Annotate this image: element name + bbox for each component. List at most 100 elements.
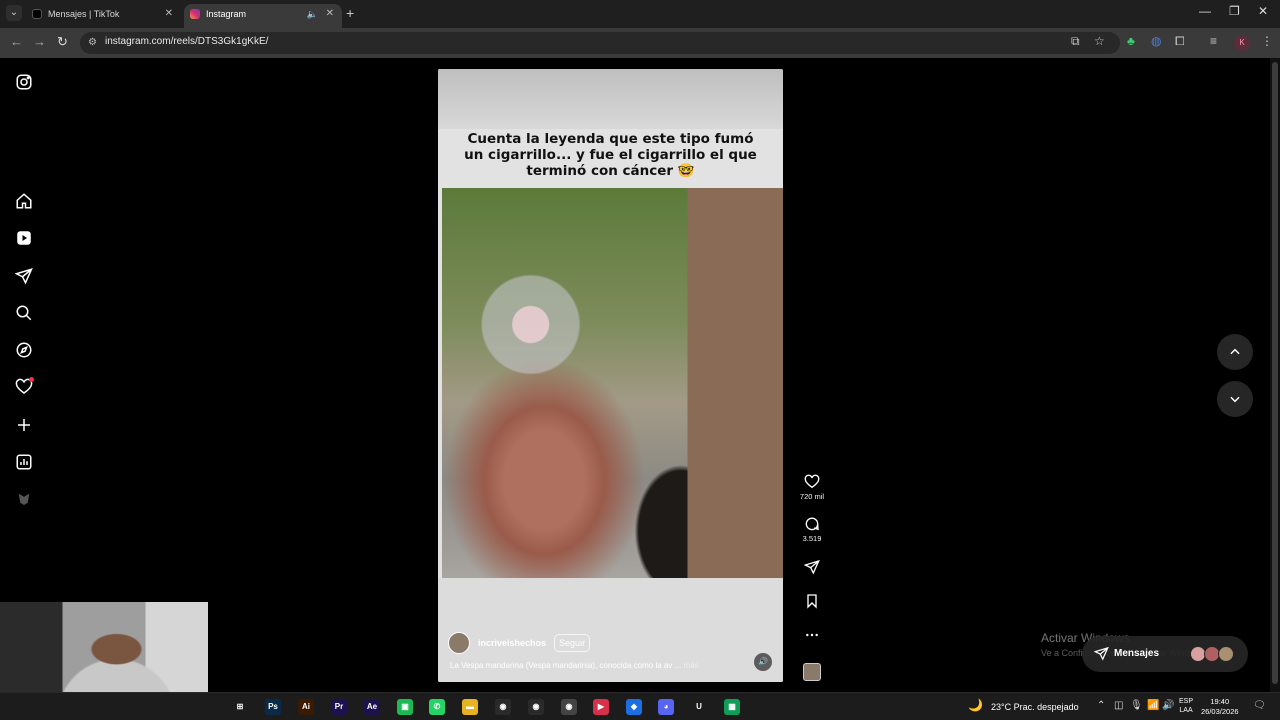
taskbar-clock[interactable]: 19:40 26/03/2026 — [1201, 697, 1239, 717]
forward-arrow-icon[interactable]: → — [33, 34, 46, 49]
reels-icon[interactable] — [14, 228, 34, 248]
tab-audio-icon[interactable]: 🔈 — [307, 4, 318, 24]
reel-caption-overlay: Cuenta la leyenda que este tipo fumó un … — [464, 131, 757, 179]
extension-blue-icon[interactable]: ◍ — [1151, 34, 1161, 48]
tiktok-favicon-icon — [32, 9, 42, 19]
messages-label: Mensajes — [1114, 648, 1160, 659]
tray-app-icon[interactable]: ◫ — [1114, 700, 1123, 711]
comment-action[interactable]: 3.519 — [802, 516, 822, 543]
follow-button[interactable]: Seguir — [554, 634, 591, 652]
audio-thumbnail[interactable] — [803, 663, 821, 681]
close-tab-icon[interactable]: ✕ — [165, 4, 173, 24]
explore-compass-icon[interactable] — [14, 340, 34, 360]
save-action[interactable] — [802, 593, 822, 609]
clock-time: 19:40 — [1210, 697, 1230, 706]
mute-toggle-icon[interactable]: 🔊 — [754, 653, 772, 671]
site-info-icon[interactable]: ⚙ — [88, 37, 97, 48]
instagram-logo-icon[interactable] — [14, 72, 34, 92]
new-tab-button[interactable]: + — [346, 5, 354, 21]
reel-author: incriveishechos Seguir — [448, 632, 591, 654]
clock-date: 26/03/2026 — [1201, 707, 1239, 716]
upwork-icon[interactable]: U — [691, 699, 707, 715]
volume-icon[interactable]: 🔊 — [1162, 700, 1174, 711]
tab-title: Instagram — [206, 9, 247, 19]
page-scrollbar[interactable] — [1270, 58, 1280, 692]
app-icon-blue[interactable]: ◆ — [626, 699, 642, 715]
microphone-icon[interactable]: 🎙 — [1130, 700, 1143, 711]
like-action[interactable]: 720 mil — [800, 474, 824, 501]
extension-green-icon[interactable]: ♣ — [1127, 34, 1135, 48]
file-explorer-icon[interactable]: ▬ — [462, 699, 478, 715]
bookmark-star-icon[interactable]: ☆ — [1094, 34, 1105, 48]
bookmark-icon — [807, 594, 817, 609]
profile-avatar[interactable]: K — [1234, 35, 1250, 51]
browser-toolbar: ← → ↻ ⚙ instagram.com/reels/DTS3Gk1gKkE/… — [0, 28, 1280, 58]
reel-video[interactable] — [442, 188, 783, 578]
reel-player[interactable]: Cuenta la leyenda que este tipo fumó un … — [438, 69, 783, 682]
next-reel-button[interactable] — [1217, 381, 1253, 417]
share-action[interactable] — [802, 559, 822, 575]
more-link[interactable]: más — [683, 661, 698, 670]
media-player-icon[interactable]: ▶ — [593, 699, 609, 715]
comment-count: 3.519 — [802, 534, 822, 543]
whatsapp-icon[interactable]: ✆ — [429, 699, 445, 715]
photoshop-icon[interactable]: Ps — [265, 699, 281, 715]
url-text: instagram.com/reels/DTS3Gk1gKkE/ — [105, 36, 269, 47]
profile-avatar-icon[interactable] — [14, 489, 34, 509]
address-bar[interactable]: ⚙ instagram.com/reels/DTS3Gk1gKkE/ — [80, 32, 1120, 54]
notifications-icon[interactable]: 🗨 — [1253, 700, 1266, 711]
create-plus-icon[interactable] — [14, 415, 34, 435]
extensions-puzzle-icon[interactable]: ⧠ — [1175, 34, 1185, 49]
weather-text[interactable]: 23°C Prac. despejado — [991, 702, 1079, 712]
browser-menu-icon[interactable]: ⋮ — [1261, 34, 1273, 48]
like-count: 720 mil — [799, 492, 825, 501]
tab-instagram[interactable]: Instagram 🔈 ✕ — [184, 4, 342, 28]
tab-search-button[interactable]: ⌄ — [6, 5, 22, 21]
minimize-icon[interactable]: — — [1199, 4, 1211, 18]
more-options-action[interactable] — [802, 627, 822, 643]
illustrator-icon[interactable]: Ai — [298, 699, 314, 715]
messages-pill[interactable]: Mensajes — [1082, 636, 1248, 672]
chevron-up-icon — [1230, 348, 1240, 355]
chrome-icon-2[interactable]: ◉ — [528, 699, 544, 715]
weather-temp: 23°C — [991, 702, 1012, 712]
close-tab-icon[interactable]: ✕ — [326, 4, 334, 24]
tab-tiktok[interactable]: Mensajes | TikTok ✕ — [26, 4, 181, 28]
lang-bottom: LAA — [1179, 707, 1193, 714]
after-effects-icon[interactable]: Ae — [364, 699, 380, 715]
weather-desc: Prac. despejado — [1013, 702, 1079, 712]
comment-bubble-icon — [805, 517, 819, 531]
windows-taskbar: ⊞ Ps Ai Pr Ae ▣ ✆ ▬ ◉ ◉ ◉ ▶ ◆ ◕ U ▦ 🌙 23°C Prac. despej… — [0, 692, 1280, 720]
green-app-icon[interactable]: ▣ — [397, 699, 413, 715]
weather-icon[interactable]: 🌙 — [968, 698, 983, 712]
previous-reel-button[interactable] — [1217, 334, 1253, 370]
author-avatar[interactable] — [448, 632, 470, 654]
instagram-favicon-icon — [190, 9, 200, 19]
reload-icon[interactable]: ↻ — [57, 34, 68, 50]
dashboard-icon[interactable] — [14, 452, 34, 472]
language-indicator[interactable]: ESP LAA — [1179, 697, 1193, 715]
wifi-icon[interactable]: 📶 — [1147, 700, 1159, 711]
author-username[interactable]: incriveishechos — [478, 638, 546, 648]
home-icon[interactable] — [14, 191, 34, 211]
close-window-icon[interactable]: ✕ — [1258, 4, 1268, 18]
notifications-heart-icon[interactable] — [14, 377, 34, 397]
more-dots-icon — [806, 633, 818, 637]
restore-icon[interactable]: ❐ — [1229, 4, 1240, 18]
media-control-icon[interactable]: ≡ — [1210, 34, 1217, 48]
discord-icon[interactable]: ◕ — [658, 699, 674, 715]
tray-chevron-icon[interactable]: ⌃ — [1097, 700, 1105, 711]
install-app-icon[interactable]: ⧉ — [1071, 34, 1080, 49]
search-icon[interactable] — [14, 303, 34, 323]
reel-description[interactable]: La Vespa mandarina (Vespa mandarinia), c… — [450, 661, 699, 670]
chrome-icon-active[interactable]: ◉ — [561, 699, 577, 715]
task-view-icon[interactable]: ⊞ — [232, 699, 248, 715]
reel-top-band — [438, 69, 783, 129]
chrome-icon[interactable]: ◉ — [495, 699, 511, 715]
lang-top: ESP — [1179, 698, 1194, 705]
premiere-icon[interactable]: Pr — [331, 699, 347, 715]
scrollbar-thumb[interactable] — [1272, 62, 1278, 684]
direct-messages-icon[interactable] — [14, 266, 34, 286]
back-arrow-icon[interactable]: ← — [10, 34, 23, 49]
sheets-icon[interactable]: ▦ — [724, 699, 740, 715]
